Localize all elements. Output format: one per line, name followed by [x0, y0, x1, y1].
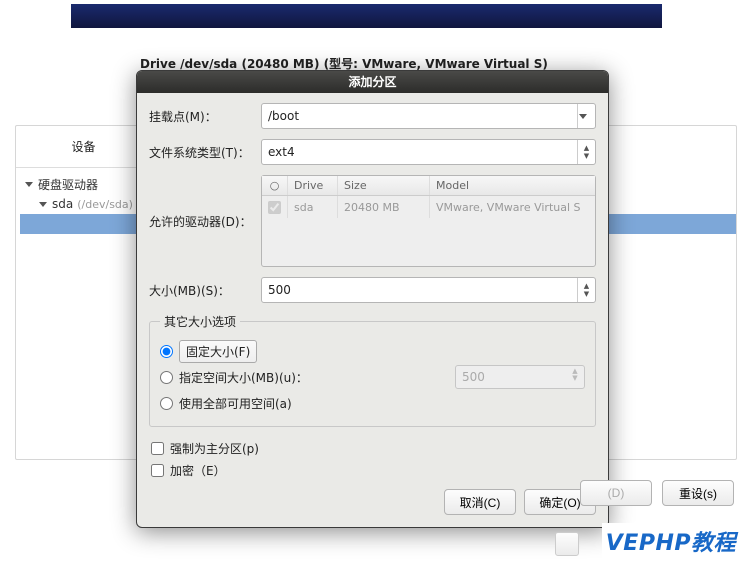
- drives-col-drive: Drive: [288, 176, 338, 195]
- tree-label-sda: sda: [52, 197, 73, 211]
- dialog-title: 添加分区: [137, 71, 608, 93]
- drives-col-size: Size: [338, 176, 430, 195]
- header-banner: [71, 4, 662, 28]
- fstype-value: ext4: [268, 145, 577, 159]
- tree-label-hdd: 硬盘驱动器: [38, 176, 98, 193]
- drive-checkbox[interactable]: [268, 201, 281, 214]
- mount-point-value: /boot: [268, 109, 577, 123]
- size-label: 大小(MB)(S)：: [149, 282, 261, 299]
- drive-size: 20480 MB: [338, 196, 430, 218]
- radio-fixed-size[interactable]: [160, 345, 173, 358]
- upto-size-input[interactable]: 500 ▲▼: [455, 365, 585, 389]
- mount-point-label: 挂载点(M)：: [149, 108, 261, 125]
- drives-col-model: Model: [430, 176, 595, 195]
- watermark: VEPHP教程: [602, 523, 740, 559]
- radio-fixed-label: 固定大小(F): [179, 340, 257, 363]
- fstype-combo[interactable]: ext4 ▲▼: [261, 139, 596, 165]
- primary-partition-checkbox[interactable]: [151, 442, 164, 455]
- size-input[interactable]: 500 ▲▼: [261, 277, 596, 303]
- primary-partition-label: 强制为主分区(p): [170, 440, 259, 457]
- caret-down-icon: [38, 199, 48, 209]
- add-partition-dialog: 添加分区 挂载点(M)： /boot 文件系统类型(T)： ext4 ▲▼ 允许…: [136, 70, 609, 528]
- upto-size-value: 500: [462, 370, 485, 384]
- radio-fill-upto[interactable]: [160, 371, 173, 384]
- footer-d-button[interactable]: (D): [580, 480, 652, 506]
- radio-upto-label: 指定空间大小(MB)(u)：: [179, 369, 308, 386]
- size-value: 500: [268, 283, 577, 297]
- drive-model: VMware, VMware Virtual S: [430, 196, 595, 218]
- spinner-arrows-icon: ▲▼: [568, 368, 582, 382]
- spinner-arrows-icon: ▲▼: [577, 278, 595, 302]
- spinner-arrows-icon: ▲▼: [577, 140, 595, 164]
- cancel-button[interactable]: 取消(C): [444, 489, 516, 515]
- chevron-down-icon: [577, 104, 595, 128]
- drive-name: sda: [288, 196, 338, 218]
- encrypt-checkbox[interactable]: [151, 464, 164, 477]
- fstype-label: 文件系统类型(T)：: [149, 144, 261, 161]
- tree-sda-path: (/dev/sda): [77, 198, 133, 211]
- drives-row[interactable]: sda 20480 MB VMware, VMware Virtual S: [262, 196, 595, 218]
- other-size-group: 其它大小选项 固定大小(F) 指定空间大小(MB)(u)： 500 ▲▼ 使用全…: [149, 313, 596, 427]
- allowed-drives-label: 允许的驱动器(D)：: [149, 175, 261, 230]
- mount-point-combo[interactable]: /boot: [261, 103, 596, 129]
- encrypt-label: 加密（E）: [170, 462, 226, 479]
- radio-all-label: 使用全部可用空间(a): [179, 395, 292, 412]
- caret-down-icon: [24, 179, 34, 189]
- drives-col-check: ○: [262, 176, 288, 195]
- reset-button[interactable]: 重设(s): [662, 480, 734, 506]
- radio-fill-all[interactable]: [160, 397, 173, 410]
- other-size-legend: 其它大小选项: [160, 313, 240, 330]
- device-column-header: 设备: [16, 126, 151, 168]
- footer-buttons: (D) 重设(s): [580, 480, 734, 506]
- nav-back-button[interactable]: [555, 532, 579, 556]
- allowed-drives-table: ○ Drive Size Model sda 20480 MB VMware, …: [261, 175, 596, 267]
